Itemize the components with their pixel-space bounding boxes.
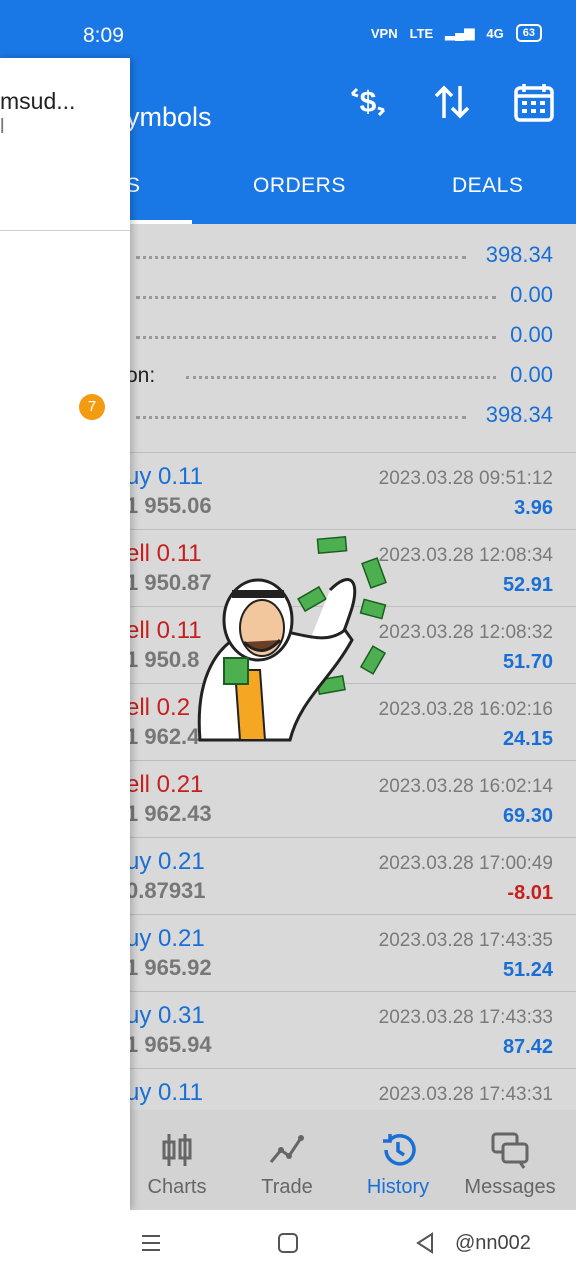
candlestick-icon <box>162 1134 192 1166</box>
summary-value: 398.34 <box>485 402 553 427</box>
deal-time: 2023.03.28 17:43:31 <box>378 1084 553 1105</box>
vpn-icon: VPN <box>370 25 398 41</box>
navigation-drawer: msud... l 7 <box>0 58 130 1210</box>
notification-badge: 7 <box>79 394 105 420</box>
system-nav-bar: @nn002 <box>0 1210 576 1280</box>
toolbar-subtitle: ymbols <box>126 102 212 132</box>
nav-label: Messages <box>464 1176 556 1198</box>
volte-icon: LTE <box>409 25 434 41</box>
deal-price: 1 962.43 <box>126 801 212 826</box>
nav-label: Trade <box>261 1176 313 1198</box>
signal-icon: ▂▄▆ <box>445 25 475 40</box>
deal-profit: 3.96 <box>514 497 553 519</box>
deal-price: 1 965.92 <box>126 955 212 980</box>
deal-time: 2023.03.28 09:51:12 <box>378 468 553 489</box>
summary-label: on: <box>126 364 156 387</box>
home-icon[interactable] <box>277 1232 299 1254</box>
summary-value: 0.00 <box>510 282 553 307</box>
deal-price: 1 965.94 <box>126 1032 212 1057</box>
deal-symbol: ell 0.21 <box>126 771 204 798</box>
network-type: 4G <box>486 25 504 41</box>
deal-time: 2023.03.28 16:02:16 <box>378 699 553 720</box>
nav-label: Charts <box>147 1176 207 1198</box>
watermark-text: @nn002 <box>455 1232 531 1254</box>
deal-profit: 24.15 <box>502 728 553 750</box>
status-time: 8:09 <box>83 24 124 47</box>
deal-price: 1 955.06 <box>126 493 212 518</box>
battery-icon: 63 <box>515 24 542 42</box>
deal-profit: 51.70 <box>502 651 553 673</box>
deal-profit: -8.01 <box>507 882 553 904</box>
deal-time: 2023.03.28 12:08:32 <box>378 622 553 643</box>
trend-line-icon <box>269 1135 304 1163</box>
deal-symbol: uy 0.21 <box>126 925 205 952</box>
status-icons: VPN LTE ▂▄▆ 4G 63 <box>371 24 542 42</box>
calendar-icon[interactable] <box>512 80 556 124</box>
deal-profit: 69.30 <box>502 805 553 827</box>
deal-price: 0.87931 <box>126 878 206 903</box>
nav-label: History <box>366 1176 430 1198</box>
menu-icon[interactable] <box>140 1232 162 1254</box>
deal-time: 2023.03.28 17:00:49 <box>378 853 553 874</box>
sort-arrows-icon[interactable] <box>430 80 474 124</box>
status-bar: 8:09 VPN LTE ▂▄▆ 4G 63 <box>0 0 576 58</box>
summary-value: 0.00 <box>510 362 553 387</box>
nav-messages[interactable]: Messages <box>455 1130 565 1199</box>
deal-symbol: uy 0.11 <box>126 1079 203 1106</box>
deal-time: 2023.03.28 17:43:33 <box>378 1007 553 1028</box>
deal-symbol: uy 0.11 <box>126 463 203 490</box>
tab-deals[interactable]: DEALS <box>452 174 523 198</box>
deal-profit: 52.91 <box>502 574 553 596</box>
deal-symbol: uy 0.21 <box>126 848 205 875</box>
deal-time: 2023.03.28 16:02:14 <box>378 776 553 797</box>
nav-charts[interactable]: Charts <box>122 1130 232 1199</box>
history-clock-icon <box>383 1134 416 1166</box>
deal-time: 2023.03.28 17:43:35 <box>378 930 553 951</box>
summary-value: 398.34 <box>485 242 553 267</box>
account-subtitle: l <box>0 116 5 138</box>
chat-bubbles-icon <box>491 1132 529 1169</box>
money-sticker <box>197 535 387 742</box>
nav-history[interactable]: History <box>343 1130 453 1199</box>
summary-value: 0.00 <box>510 322 553 347</box>
deal-profit: 51.24 <box>502 959 553 981</box>
dollar-swap-icon[interactable]: $ <box>346 80 390 124</box>
nav-trade[interactable]: Trade <box>232 1130 342 1199</box>
deal-profit: 87.42 <box>502 1036 553 1058</box>
tab-orders[interactable]: ORDERS <box>253 174 346 198</box>
drawer-divider <box>0 230 130 231</box>
deal-time: 2023.03.28 12:08:34 <box>378 545 553 566</box>
back-icon[interactable] <box>414 1232 436 1254</box>
deal-symbol: uy 0.31 <box>126 1002 205 1029</box>
svg-text:$: $ <box>360 86 377 119</box>
account-name[interactable]: msud... <box>0 88 75 115</box>
